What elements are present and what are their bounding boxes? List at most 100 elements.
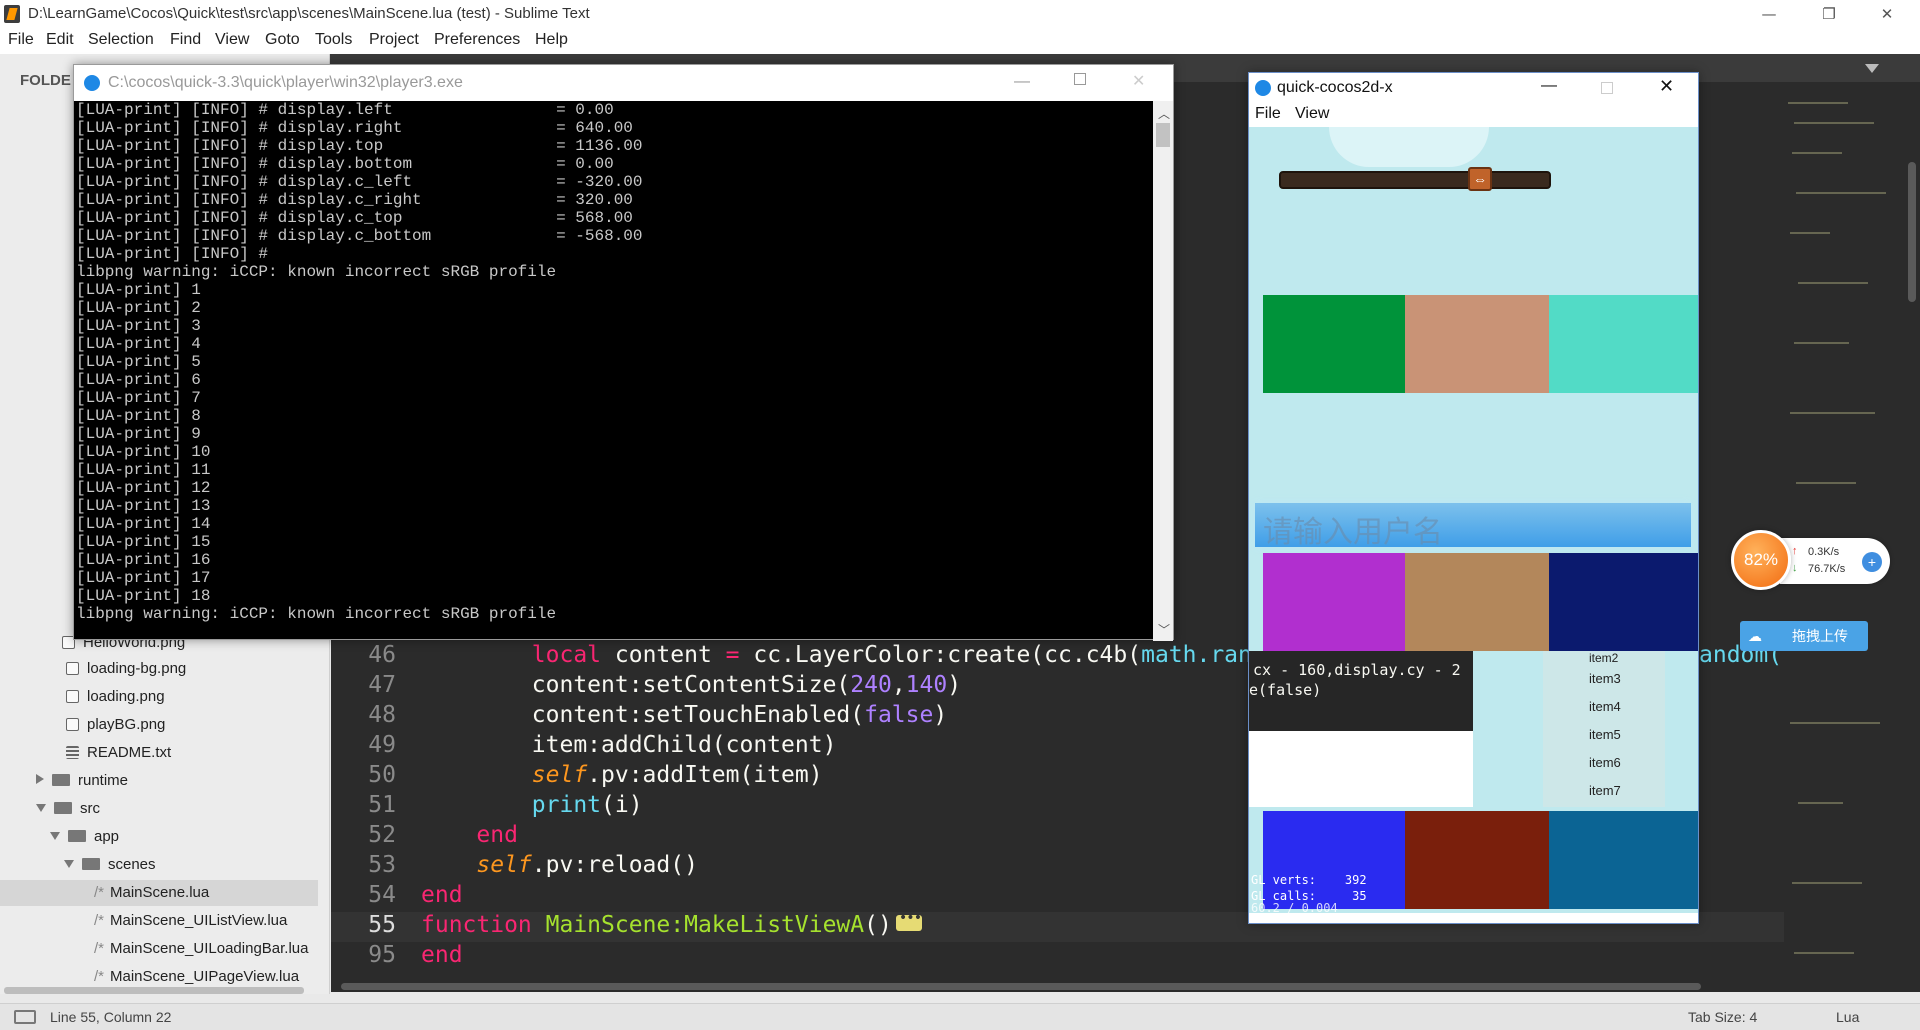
menu-file[interactable]: File bbox=[8, 31, 34, 49]
menu-goto[interactable]: Goto bbox=[265, 31, 300, 49]
sidebar-folder-app[interactable]: app bbox=[50, 824, 330, 850]
game-menu-view[interactable]: View bbox=[1295, 105, 1329, 123]
minimap-line bbox=[1794, 122, 1874, 124]
minimap[interactable] bbox=[1784, 82, 1904, 992]
list-item[interactable]: item7 bbox=[1589, 783, 1621, 798]
console-window[interactable]: C:\cocos\quick-3.3\quick\player\win32\pl… bbox=[73, 64, 1174, 641]
username-input[interactable]: 请输入用户名 bbox=[1255, 503, 1691, 549]
minimap-line bbox=[1792, 882, 1862, 884]
page-block bbox=[1263, 553, 1405, 651]
console-line: [LUA-print] 8 bbox=[76, 407, 201, 425]
menu-edit[interactable]: Edit bbox=[46, 31, 74, 49]
scroll-thumb[interactable] bbox=[1908, 162, 1916, 302]
console-close-button[interactable]: ✕ bbox=[1132, 71, 1145, 91]
list-item[interactable]: item4 bbox=[1589, 699, 1621, 714]
game-window[interactable]: quick-cocos2d-x — ✕ File View ⇔ 请输入用户名 c… bbox=[1248, 72, 1699, 924]
expanded-arrow-icon[interactable] bbox=[36, 804, 46, 812]
sidebar-file-loading-bg[interactable]: loading-bg.png bbox=[66, 656, 330, 682]
scroll-up-icon[interactable]: ︿ bbox=[1158, 105, 1170, 122]
restore-button[interactable]: ❐ bbox=[1806, 0, 1852, 28]
sidebar-item-label: playBG.png bbox=[87, 716, 166, 733]
expanded-arrow-icon[interactable] bbox=[64, 860, 74, 868]
console-line: [LUA-print] [INFO] # bbox=[76, 245, 269, 263]
menu-bar: File Edit Selection Find View Goto Tools… bbox=[0, 28, 1920, 54]
expanded-arrow-icon[interactable] bbox=[50, 832, 60, 840]
sidebar-item-label: app bbox=[94, 828, 120, 845]
code-text: print(i) bbox=[531, 792, 643, 818]
slider-thumb[interactable]: ⇔ bbox=[1468, 167, 1492, 191]
menu-view[interactable]: View bbox=[215, 31, 249, 49]
console-line: [LUA-print] 15 bbox=[76, 533, 211, 551]
collapsed-arrow-icon[interactable] bbox=[36, 774, 44, 784]
image-file-icon bbox=[66, 662, 79, 675]
close-button[interactable]: ✕ bbox=[1864, 0, 1910, 28]
slider-track[interactable] bbox=[1279, 171, 1551, 189]
minimap-line bbox=[1796, 482, 1856, 484]
minimize-button[interactable]: — bbox=[1746, 0, 1792, 28]
upload-arrow-icon: ↑ bbox=[1792, 545, 1798, 557]
tab-size[interactable]: Tab Size: 4 bbox=[1688, 1009, 1757, 1025]
console-line: [LUA-print] [INFO] # display.c_right = 3… bbox=[76, 191, 633, 209]
lua-file-icon: /* bbox=[94, 884, 105, 901]
editor-peek-area: cx - 160,display.cy - 2 e(false) bbox=[1249, 651, 1473, 731]
text-file-icon bbox=[66, 746, 79, 759]
editor-vertical-scrollbar[interactable] bbox=[1904, 82, 1920, 992]
editor-horizontal-scrollbar[interactable] bbox=[331, 980, 1784, 992]
game-title-bar: quick-cocos2d-x — ✕ bbox=[1249, 73, 1698, 103]
sidebar-file-mainscene[interactable]: /* MainScene.lua bbox=[0, 880, 318, 906]
menu-preferences[interactable]: Preferences bbox=[434, 31, 520, 49]
sidebar-file-uilistview[interactable]: /* MainScene_UIListView.lua bbox=[94, 908, 330, 934]
sidebar-folder-runtime[interactable]: runtime bbox=[36, 768, 330, 794]
console-maximize-button[interactable] bbox=[1074, 73, 1086, 85]
line-number: 54 bbox=[368, 882, 396, 908]
list-item[interactable]: item5 bbox=[1589, 727, 1621, 742]
sidebar-file-uiloadingbar[interactable]: /* MainScene_UILoadingBar.lua bbox=[94, 936, 330, 962]
syntax-mode[interactable]: Lua bbox=[1836, 1009, 1859, 1025]
sidebar-file-playbg[interactable]: playBG.png bbox=[66, 712, 330, 738]
console-line: [LUA-print] [INFO] # display.right = 640… bbox=[76, 119, 633, 137]
console-line: [LUA-print] [INFO] # display.c_bottom = … bbox=[76, 227, 643, 245]
gl-verts-stat: GL verts: 392 bbox=[1251, 873, 1367, 887]
plus-icon[interactable]: + bbox=[1862, 552, 1882, 572]
menu-help[interactable]: Help bbox=[535, 31, 568, 49]
minimap-line bbox=[1788, 102, 1848, 104]
line-number: 53 bbox=[368, 852, 396, 878]
sidebar-item-label: runtime bbox=[78, 772, 129, 789]
game-maximize-button[interactable] bbox=[1601, 82, 1613, 94]
console-scrollbar[interactable]: ︿ ﹀ bbox=[1153, 101, 1173, 641]
sidebar-file-readme[interactable]: README.txt bbox=[66, 740, 330, 766]
lua-file-icon: /* bbox=[94, 968, 105, 985]
game-canvas[interactable]: ⇔ 请输入用户名 cx - 160,display.cy - 2 e(false… bbox=[1249, 127, 1698, 913]
console-minimize-button[interactable]: — bbox=[1014, 73, 1030, 91]
game-close-button[interactable]: ✕ bbox=[1659, 76, 1674, 97]
list-item[interactable]: item6 bbox=[1589, 755, 1621, 770]
panel-toggle-icon[interactable] bbox=[14, 1010, 36, 1024]
console-line: [LUA-print] 5 bbox=[76, 353, 201, 371]
minimap-line bbox=[1790, 412, 1875, 414]
sidebar-file-loading[interactable]: loading.png bbox=[66, 684, 330, 710]
code-text: end bbox=[476, 822, 518, 848]
line-number: 47 bbox=[368, 672, 396, 698]
sidebar-header: FOLDE bbox=[20, 72, 71, 89]
list-item[interactable]: item3 bbox=[1589, 671, 1621, 686]
sidebar-item-label: MainScene_UILoadingBar.lua bbox=[110, 940, 309, 957]
menu-tools[interactable]: Tools bbox=[315, 31, 352, 49]
network-usage-ball[interactable]: 82% bbox=[1731, 530, 1791, 590]
game-minimize-button[interactable]: — bbox=[1541, 77, 1557, 95]
game-menu-file[interactable]: File bbox=[1255, 105, 1281, 123]
console-line: [LUA-print] [INFO] # display.left = 0.00 bbox=[76, 101, 614, 119]
sidebar-folder-src[interactable]: src bbox=[36, 796, 330, 822]
menu-selection[interactable]: Selection bbox=[88, 31, 154, 49]
tab-dropdown-icon[interactable] bbox=[1865, 64, 1879, 73]
scroll-thumb[interactable] bbox=[1156, 123, 1170, 147]
list-item[interactable]: item2 bbox=[1589, 651, 1618, 665]
sidebar-scrollbar[interactable] bbox=[4, 987, 304, 994]
console-line: [LUA-print] [INFO] # display.top = 1136.… bbox=[76, 137, 643, 155]
menu-find[interactable]: Find bbox=[170, 31, 201, 49]
upload-button[interactable]: ☁ 拖拽上传 bbox=[1740, 621, 1868, 651]
sidebar-folder-scenes[interactable]: scenes bbox=[64, 852, 330, 878]
scroll-down-icon[interactable]: ﹀ bbox=[1158, 621, 1170, 638]
scroll-thumb[interactable] bbox=[341, 983, 1701, 990]
folded-code-icon[interactable] bbox=[895, 910, 922, 931]
menu-project[interactable]: Project bbox=[369, 31, 419, 49]
